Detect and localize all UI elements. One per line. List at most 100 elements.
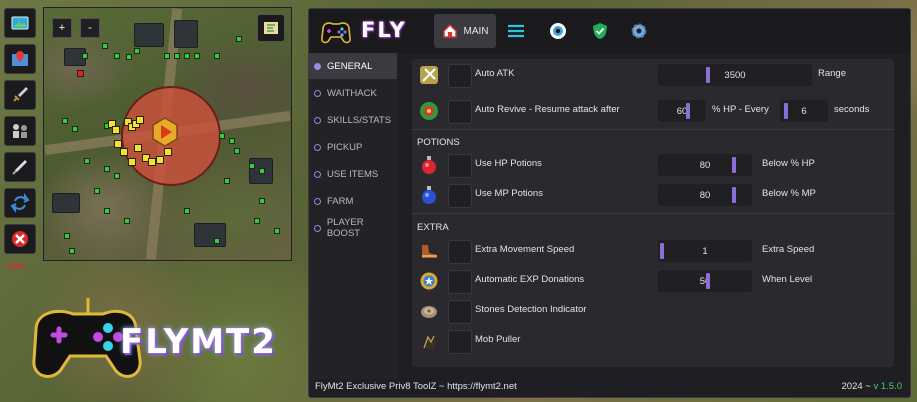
npc-marker — [214, 53, 220, 59]
mob-puller-label: Mob Puller — [475, 334, 521, 345]
hp-potions-label: Use HP Potions — [475, 158, 542, 169]
slider-thumb[interactable] — [706, 273, 710, 289]
sidebar-item-general[interactable]: GENERAL — [309, 53, 397, 79]
zoom-out-button[interactable]: - — [80, 18, 100, 38]
divider — [412, 129, 894, 130]
screenshot-button[interactable] — [4, 8, 36, 38]
scroll-map-icon — [264, 22, 278, 34]
sidebar-item-farm[interactable]: FARM — [309, 188, 397, 214]
auto-atk-checkbox[interactable] — [448, 64, 472, 88]
bullet-icon — [314, 89, 321, 97]
tab-protection[interactable] — [583, 14, 617, 48]
world-map-button[interactable] — [257, 14, 285, 42]
monster-marker — [164, 148, 172, 156]
tab-list[interactable] — [499, 14, 533, 48]
attack-button[interactable] — [4, 80, 36, 110]
map-pin-button[interactable] — [4, 44, 36, 74]
slider-thumb[interactable] — [706, 67, 710, 83]
npc-marker — [124, 218, 130, 224]
npc-marker — [184, 208, 190, 214]
npc-marker — [259, 198, 265, 204]
slider-thumb[interactable] — [732, 187, 736, 203]
mob-puller-icon — [423, 334, 435, 349]
sidebar-item-label: GENERAL — [327, 60, 373, 72]
npc-marker — [69, 248, 75, 254]
mp-potions-slider[interactable]: 80 — [658, 184, 752, 206]
crowd-button[interactable] — [4, 116, 36, 146]
sidebar-item-player-boost[interactable]: PLAYER BOOST — [309, 215, 397, 241]
hp-potions-slider[interactable]: 80 — [658, 154, 752, 176]
revive-seconds-suffix: seconds — [834, 104, 870, 115]
npc-marker — [274, 228, 280, 234]
npc-marker — [82, 53, 88, 59]
refresh-icon — [10, 193, 30, 213]
npc-marker — [236, 36, 242, 42]
move-speed-row: Extra Movement Speed 1 Extra Speed — [412, 237, 894, 265]
slider-thumb[interactable] — [732, 157, 736, 173]
tab-settings[interactable] — [622, 14, 656, 48]
slider-thumb[interactable] — [660, 243, 664, 259]
monster-marker — [136, 116, 144, 124]
mp-potion-icon — [422, 186, 436, 204]
exp-donation-label: Automatic EXP Donations — [475, 274, 585, 285]
npc-marker — [114, 173, 120, 179]
npc-marker — [214, 238, 220, 244]
move-speed-slider[interactable]: 1 — [658, 240, 752, 262]
npc-marker — [114, 53, 120, 59]
hp-potions-checkbox[interactable] — [448, 154, 472, 178]
tab-view[interactable] — [541, 14, 575, 48]
revive-seconds-slider[interactable]: 6 — [780, 100, 828, 122]
stone-icon — [421, 306, 437, 318]
sidebar: GENERAL WAITHACK SKILLS/STATS PICKUP USE… — [309, 53, 397, 379]
player-marker-icon — [152, 117, 178, 147]
refresh-button[interactable] — [4, 188, 36, 218]
zoom-in-button[interactable]: + — [52, 18, 72, 38]
slider-thumb[interactable] — [784, 103, 788, 119]
exp-donation-checkbox[interactable] — [448, 270, 472, 294]
close-button[interactable] — [4, 224, 36, 254]
mp-potions-label: Use MP Potions — [475, 188, 543, 199]
bullet-icon — [314, 197, 321, 205]
syringe-button[interactable] — [4, 152, 36, 182]
screenshot-icon — [11, 16, 29, 30]
tab-main[interactable]: MAIN — [434, 14, 496, 48]
sidebar-item-pickup[interactable]: PICKUP — [309, 134, 397, 160]
sidebar-item-use-items[interactable]: USE ITEMS — [309, 161, 397, 187]
auto-atk-range-slider[interactable]: 3500 — [658, 64, 812, 86]
npc-marker — [72, 126, 78, 132]
mp-potions-row: Use MP Potions 80 Below % MP — [412, 181, 894, 209]
sidebar-item-skills-stats[interactable]: SKILLS/STATS — [309, 107, 397, 133]
sidebar-item-label: USE ITEMS — [327, 168, 379, 180]
monster-marker — [114, 140, 122, 148]
auto-atk-suffix: Range — [818, 68, 846, 79]
exp-donation-row: Automatic EXP Donations 50 When Level — [412, 267, 894, 295]
auto-revive-checkbox[interactable] — [448, 100, 472, 124]
sidebar-item-waithack[interactable]: WAITHACK — [309, 80, 397, 106]
mp-potions-checkbox[interactable] — [448, 184, 472, 208]
npc-marker — [229, 138, 235, 144]
hp-potions-suffix: Below % HP — [762, 158, 815, 169]
general-panel: Auto ATK 3500 Range Auto Revive - Resume… — [412, 59, 894, 367]
move-speed-checkbox[interactable] — [448, 240, 472, 264]
npc-marker — [174, 53, 180, 59]
exp-donation-suffix: When Level — [762, 274, 813, 285]
mob-puller-checkbox[interactable] — [448, 330, 472, 354]
revive-hp-suffix: % HP - Every — [712, 104, 769, 115]
minimap[interactable]: + - — [43, 7, 292, 261]
npc-marker — [194, 53, 200, 59]
npc-marker — [254, 218, 260, 224]
menu-lines-icon — [508, 24, 524, 38]
shield-check-icon — [593, 23, 607, 39]
move-speed-label: Extra Movement Speed — [475, 244, 575, 255]
auto-revive-icon — [420, 102, 438, 120]
exp-donation-slider[interactable]: 50 — [658, 270, 752, 292]
slider-thumb[interactable] — [686, 103, 690, 119]
hp-potions-value: 80 — [699, 159, 711, 171]
eye-icon — [550, 23, 566, 39]
target-counter: <14> — [7, 262, 26, 271]
sidebar-item-label: WAITHACK — [327, 87, 377, 99]
npc-marker — [134, 48, 140, 54]
revive-hp-slider[interactable]: 60 — [658, 100, 706, 122]
sidebar-item-label: PICKUP — [327, 141, 363, 153]
stones-checkbox[interactable] — [448, 300, 472, 324]
